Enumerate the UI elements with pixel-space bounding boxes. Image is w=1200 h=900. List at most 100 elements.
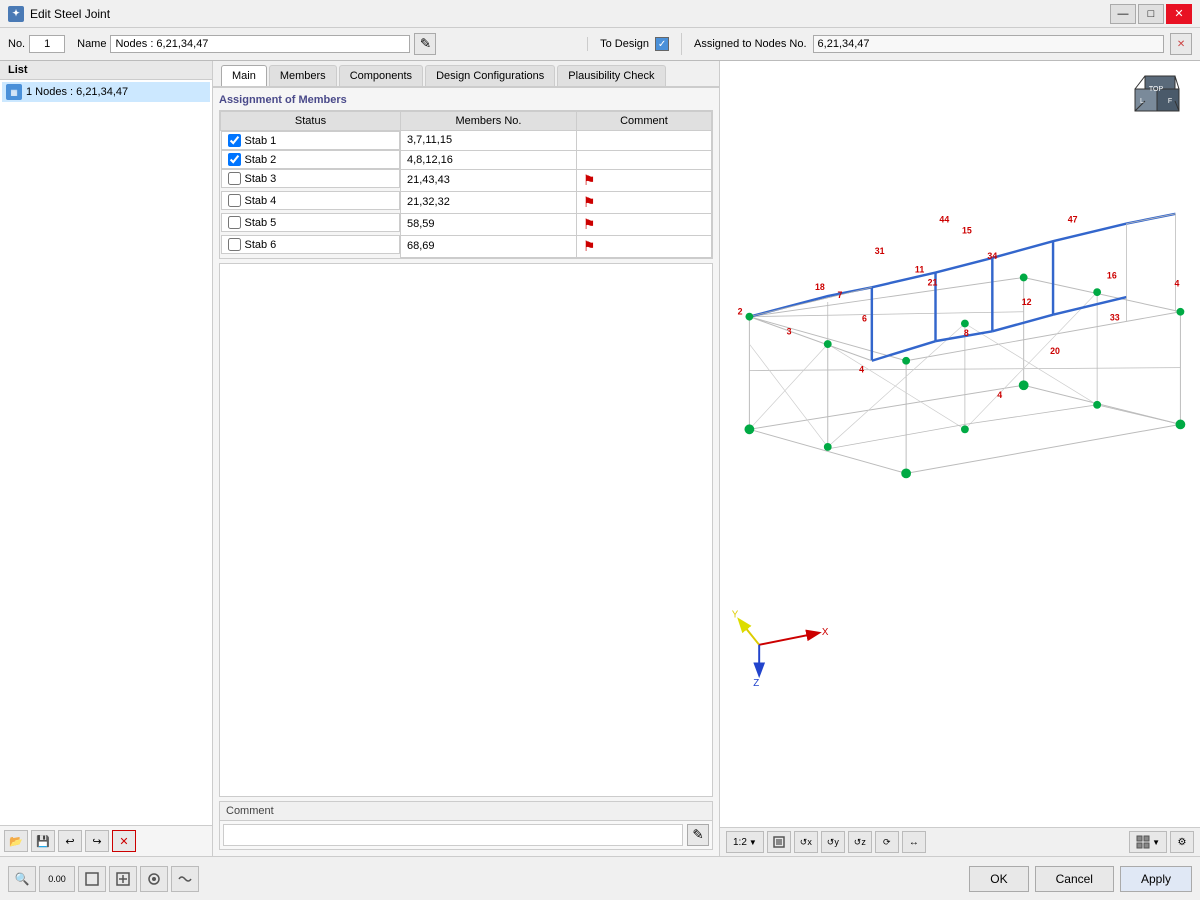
svg-text:15: 15 bbox=[962, 225, 972, 235]
open-button[interactable]: 📂 bbox=[4, 830, 28, 852]
structure-viewport: 2 3 4 4 6 7 8 11 12 15 16 18 20 21 31 33 bbox=[720, 61, 1200, 827]
stab-checkbox[interactable] bbox=[228, 153, 241, 166]
comment-input[interactable] bbox=[223, 824, 683, 846]
action-buttons: OK Cancel Apply bbox=[969, 866, 1192, 892]
assigned-clear-button[interactable]: ✕ bbox=[1170, 33, 1192, 55]
cancel-button[interactable]: Cancel bbox=[1035, 866, 1114, 892]
pan-button[interactable]: ↔ bbox=[902, 831, 926, 853]
no-label: No. bbox=[8, 38, 25, 50]
title-bar-title: Edit Steel Joint bbox=[30, 7, 110, 21]
col-status: Status bbox=[221, 112, 401, 131]
pan-icon: ↔ bbox=[909, 837, 919, 848]
assigned-input[interactable] bbox=[813, 35, 1164, 53]
rotate-y-button[interactable]: ↺y bbox=[821, 831, 845, 853]
table-row: Stab 24,8,12,16 bbox=[221, 150, 712, 169]
panel-toolbar: 📂 💾 ↩ ↪ ✕ bbox=[0, 825, 212, 856]
chevron-down-icon: ▼ bbox=[749, 838, 757, 847]
svg-text:33: 33 bbox=[1110, 313, 1120, 323]
comment-cell: ⚑ bbox=[576, 169, 711, 191]
rotate-x-button[interactable]: ↺x bbox=[794, 831, 818, 853]
stab-checkbox[interactable] bbox=[228, 194, 241, 207]
comment-edit-button[interactable]: ✎ bbox=[687, 824, 709, 846]
settings-icon: ⚙ bbox=[1178, 837, 1187, 848]
stab-checkbox[interactable] bbox=[228, 134, 241, 147]
stab-label: Stab 1 bbox=[245, 135, 277, 147]
list-item-label: 1 Nodes : 6,21,34,47 bbox=[26, 86, 128, 98]
viewport-toolbar: 1:2 ▼ ↺x ↺y ↺z ⟳ ↔ bbox=[720, 827, 1200, 856]
search-button[interactable]: 🔍 bbox=[8, 866, 36, 892]
members-table: Status Members No. Comment Stab 13,7,11,… bbox=[220, 111, 712, 258]
ok-button[interactable]: OK bbox=[969, 866, 1028, 892]
undo-button[interactable]: ↩ bbox=[58, 830, 82, 852]
coordinate-button[interactable]: 0.00 bbox=[39, 866, 75, 892]
settings-button[interactable]: ⚙ bbox=[1170, 831, 1194, 853]
comment-section: Comment ✎ bbox=[219, 801, 713, 850]
select-mode-button[interactable] bbox=[78, 866, 106, 892]
list-item-icon: ▦ bbox=[6, 84, 22, 100]
app-icon: ✦ bbox=[8, 6, 24, 22]
name-edit-button[interactable]: ✎ bbox=[414, 33, 436, 55]
tab-content: Assignment of Members Status Members No.… bbox=[213, 88, 719, 856]
comment-cell bbox=[576, 131, 711, 151]
maximize-button[interactable]: □ bbox=[1138, 4, 1164, 24]
view-mode-button[interactable] bbox=[140, 866, 168, 892]
svg-text:L: L bbox=[1140, 98, 1144, 105]
add-mode-button[interactable] bbox=[109, 866, 137, 892]
members-no-cell: 58,59 bbox=[401, 213, 577, 235]
status-cell: Stab 6 bbox=[221, 235, 401, 254]
apply-button[interactable]: Apply bbox=[1120, 866, 1192, 892]
save-button[interactable]: 💾 bbox=[31, 830, 55, 852]
comment-input-row: ✎ bbox=[220, 821, 712, 849]
table-row: Stab 321,43,43⚑ bbox=[221, 169, 712, 191]
comment-cell: ⚑ bbox=[576, 191, 711, 213]
stab-checkbox[interactable] bbox=[228, 238, 241, 251]
table-row: Stab 668,69⚑ bbox=[221, 235, 712, 257]
rotate-all-button[interactable]: ⟳ bbox=[875, 831, 899, 853]
tab-components[interactable]: Components bbox=[339, 65, 423, 86]
bottom-tools: 🔍 0.00 bbox=[8, 866, 199, 892]
stab-checkbox[interactable] bbox=[228, 172, 241, 185]
comment-cell: ⚑ bbox=[576, 213, 711, 235]
redo-button[interactable]: ↪ bbox=[85, 830, 109, 852]
tabs-bar: Main Members Components Design Configura… bbox=[213, 61, 719, 88]
svg-text:F: F bbox=[1168, 98, 1172, 105]
list-item[interactable]: ▦ 1 Nodes : 6,21,34,47 bbox=[2, 82, 210, 102]
status-cell: Stab 3 bbox=[221, 169, 401, 188]
members-no-cell: 21,43,43 bbox=[401, 169, 577, 191]
cube-nav: TOP L F bbox=[1130, 71, 1190, 131]
svg-text:6: 6 bbox=[862, 314, 867, 324]
svg-text:11: 11 bbox=[915, 265, 924, 275]
minimize-button[interactable]: — bbox=[1110, 4, 1136, 24]
error-icon: ⚑ bbox=[583, 216, 596, 232]
comment-cell bbox=[576, 150, 711, 169]
svg-text:34: 34 bbox=[987, 251, 997, 261]
wave-button[interactable] bbox=[171, 866, 199, 892]
rotate-z-button[interactable]: ↺z bbox=[848, 831, 872, 853]
members-no-cell: 3,7,11,15 bbox=[401, 131, 577, 151]
no-input[interactable]: 1 bbox=[29, 35, 65, 53]
zoom-display[interactable]: 1:2 ▼ bbox=[726, 831, 764, 853]
tab-members[interactable]: Members bbox=[269, 65, 337, 86]
zoom-icon: 1:2 bbox=[733, 837, 747, 848]
rotate-z-icon: ↺z bbox=[854, 837, 866, 848]
table-row: Stab 421,32,32⚑ bbox=[221, 191, 712, 213]
svg-text:3: 3 bbox=[787, 326, 792, 336]
stab-checkbox[interactable] bbox=[228, 216, 241, 229]
tab-design-configurations[interactable]: Design Configurations bbox=[425, 65, 555, 86]
close-button[interactable]: ✕ bbox=[1166, 4, 1192, 24]
svg-text:8: 8 bbox=[964, 328, 969, 338]
name-input[interactable] bbox=[110, 35, 410, 53]
rotate-x-icon: ↺x bbox=[800, 837, 812, 848]
tab-plausibility-check[interactable]: Plausibility Check bbox=[557, 65, 665, 86]
members-no-cell: 68,69 bbox=[401, 235, 577, 257]
svg-text:2: 2 bbox=[738, 307, 743, 317]
view-options-button[interactable]: ▼ bbox=[1129, 831, 1167, 853]
to-design-checkbox[interactable]: ✓ bbox=[655, 37, 669, 51]
status-cell: Stab 5 bbox=[221, 213, 401, 232]
render-mode-button[interactable] bbox=[767, 831, 791, 853]
bottom-bar: 🔍 0.00 OK Cancel Apply bbox=[0, 856, 1200, 900]
tab-main[interactable]: Main bbox=[221, 65, 267, 86]
title-bar-controls: — □ ✕ bbox=[1110, 4, 1192, 24]
delete-button[interactable]: ✕ bbox=[112, 830, 136, 852]
to-design-label: To Design bbox=[600, 38, 649, 50]
